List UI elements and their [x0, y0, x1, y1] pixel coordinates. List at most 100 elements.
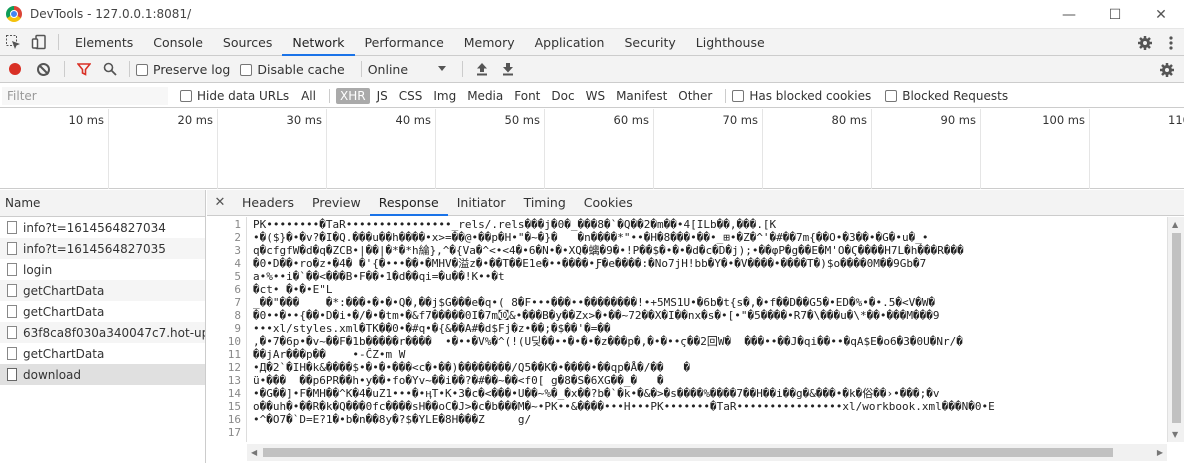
filter-type-css[interactable]: CSS: [395, 88, 427, 104]
code-text: •••xl/styles.xml�TK��0•�#q•�{&��A#�d$Fj�…: [253, 322, 611, 335]
line-number: 12: [227, 361, 241, 374]
scroll-down-icon[interactable]: ▼: [1172, 430, 1178, 439]
device-toolbar-button[interactable]: [26, 29, 52, 55]
code-text: •�($}�•�v?�I�Q.���u��h����•x>=��@•��p�H•…: [253, 231, 929, 244]
vertical-scroll-thumb[interactable]: [1172, 233, 1181, 423]
export-har-button[interactable]: [495, 56, 521, 82]
hide-data-urls-checkbox[interactable]: Hide data URLs: [180, 89, 289, 103]
file-icon: [7, 305, 17, 318]
import-har-button[interactable]: [469, 56, 495, 82]
tab-memory[interactable]: Memory: [454, 29, 525, 56]
scroll-left-icon[interactable]: ◀: [251, 448, 257, 457]
close-button[interactable]: ✕: [1138, 0, 1184, 29]
scroll-up-icon[interactable]: ▲: [1172, 220, 1178, 229]
inspect-element-button[interactable]: [0, 29, 26, 55]
horizontal-scroll-thumb[interactable]: [263, 448, 1113, 457]
timeline-tick: 80 ms: [763, 109, 872, 189]
filter-type-doc[interactable]: Doc: [547, 88, 578, 104]
request-row[interactable]: 63f8ca8f030a340047c7.hot-upd...: [0, 322, 205, 343]
filter-type-other[interactable]: Other: [674, 88, 716, 104]
line-number: 4: [234, 257, 241, 270]
code-text: ,�•7�6p•�v~��F�1b�����r���� •�••�V%�^(!(…: [253, 335, 963, 348]
network-settings-button[interactable]: [1154, 57, 1180, 83]
tab-security[interactable]: Security: [614, 29, 685, 56]
code-text: �0•D��•ro�z•�4� �'{�•••��•�MHV�溢z�•��T��…: [253, 257, 927, 270]
scroll-right-icon[interactable]: ▶: [1157, 448, 1163, 457]
horizontal-scrollbar[interactable]: ◀ ▶: [247, 444, 1167, 461]
search-button[interactable]: [97, 56, 123, 82]
settings-button[interactable]: [1132, 30, 1158, 56]
tab-response[interactable]: Response: [369, 190, 448, 216]
tab-timing[interactable]: Timing: [515, 190, 575, 216]
code-text: q�cfgfW�d�q�ZCB•|��|�*�*h綸},^�{Va�^<•<4�…: [253, 244, 964, 257]
code-line: 15 o��uh�•��R�k�Q���0fc����sH��oC�J>�c�b�…: [207, 400, 1167, 413]
code-line: 14 •�G��]•F�MH��^K�4�uZ1•••�•ӊT•K•3�c�<��…: [207, 387, 1167, 400]
timeline-tick: 40 ms: [327, 109, 436, 189]
record-button[interactable]: [9, 63, 21, 75]
minimize-button[interactable]: —: [1046, 0, 1092, 29]
code-text: �0••�••{��•D�i•�/�•�tm•�&f7�����0I�7m㉈&•…: [253, 309, 940, 322]
code-line: 7 _��"��� �*:���•�•�•Q�,��j$G���e�q•( 8�F…: [207, 296, 1167, 309]
throttling-select[interactable]: Online: [368, 62, 446, 77]
request-row[interactable]: info?t=1614564827035: [0, 238, 205, 259]
code-line: 3 q�cfgfW�d�q�ZCB•|��|�*�*h綸},^�{Va�^<•<4…: [207, 244, 1167, 257]
preserve-log-checkbox[interactable]: Preserve log: [136, 62, 230, 77]
response-body[interactable]: 1 PK••••••••�TaR••••••••••••••••_rels/.re…: [207, 217, 1167, 442]
filter-type-ws[interactable]: WS: [582, 88, 609, 104]
request-row[interactable]: getChartData: [0, 343, 205, 364]
close-detail-icon[interactable]: ✕: [207, 195, 233, 210]
device-icon: [31, 34, 46, 50]
filter-type-img[interactable]: Img: [429, 88, 460, 104]
tab-network[interactable]: Network: [282, 29, 355, 56]
code-line: 2 •�($}�•�v?�I�Q.���u��h����•x>=��@•��p�H…: [207, 231, 1167, 244]
line-number: 5: [234, 270, 241, 283]
filter-toggle-button[interactable]: [71, 56, 97, 82]
request-row[interactable]: getChartData: [0, 301, 205, 322]
tab-preview[interactable]: Preview: [303, 190, 370, 216]
line-number: 14: [227, 387, 241, 400]
vertical-scrollbar[interactable]: ▲ ▼: [1167, 217, 1184, 442]
has-blocked-cookies-checkbox[interactable]: Has blocked cookies: [732, 89, 871, 103]
tab-sources[interactable]: Sources: [213, 29, 282, 56]
code-line: 12 •Д�2`�IH�k&����$•�•�•���<c�•��)�������…: [207, 361, 1167, 374]
tab-initiator[interactable]: Initiator: [448, 190, 515, 216]
more-options-button[interactable]: [1158, 30, 1184, 56]
disable-cache-checkbox[interactable]: Disable cache: [240, 62, 345, 77]
line-number: 9: [234, 322, 241, 335]
line-number: 11: [227, 348, 241, 361]
line-number: 8: [234, 309, 241, 322]
request-row[interactable]: getChartData: [0, 280, 205, 301]
blocked-requests-checkbox[interactable]: Blocked Requests: [885, 89, 1008, 103]
code-text: PK••••••••�TaR••••••••••••••••_rels/.rel…: [253, 218, 777, 231]
tab-application[interactable]: Application: [525, 29, 615, 56]
tab-headers[interactable]: Headers: [233, 190, 303, 216]
filter-type-all[interactable]: All: [297, 88, 320, 104]
chrome-logo-icon: [6, 6, 22, 22]
tab-lighthouse[interactable]: Lighthouse: [686, 29, 775, 56]
timeline-tick: 20 ms: [109, 109, 218, 189]
file-icon: [7, 221, 17, 234]
maximize-button[interactable]: ☐: [1092, 0, 1138, 29]
code-text: a•%••i�`��<���B•F��•1�d��qi=�u��!K••�t: [253, 270, 505, 283]
download-icon: [502, 63, 513, 76]
filter-type-xhr[interactable]: XHR: [335, 87, 370, 104]
clear-button[interactable]: [37, 62, 50, 76]
tab-elements[interactable]: Elements: [65, 29, 143, 56]
filter-type-manifest[interactable]: Manifest: [612, 88, 671, 104]
code-line: 17: [207, 426, 1167, 439]
network-toolbar: Preserve log Disable cache Online: [0, 56, 1184, 83]
filter-type-media[interactable]: Media: [463, 88, 507, 104]
tab-console[interactable]: Console: [143, 29, 213, 56]
request-row-selected[interactable]: download: [0, 364, 205, 385]
timeline-overview[interactable]: 10 ms 20 ms 30 ms 40 ms 50 ms 60 ms 70 m…: [0, 109, 1184, 189]
request-row[interactable]: info?t=1614564827034: [0, 217, 205, 238]
tab-cookies[interactable]: Cookies: [575, 190, 642, 216]
name-column-header[interactable]: Name: [0, 190, 205, 217]
filter-bar: Filter Hide data URLs All XHR JS CSS Img…: [0, 84, 1184, 108]
filter-type-font[interactable]: Font: [510, 88, 544, 104]
tab-performance[interactable]: Performance: [355, 29, 454, 56]
request-row[interactable]: login: [0, 259, 205, 280]
detail-tab-bar: ✕ Headers Preview Response Initiator Tim…: [207, 190, 1184, 216]
filter-input[interactable]: Filter: [2, 86, 168, 105]
filter-type-js[interactable]: JS: [373, 88, 392, 104]
